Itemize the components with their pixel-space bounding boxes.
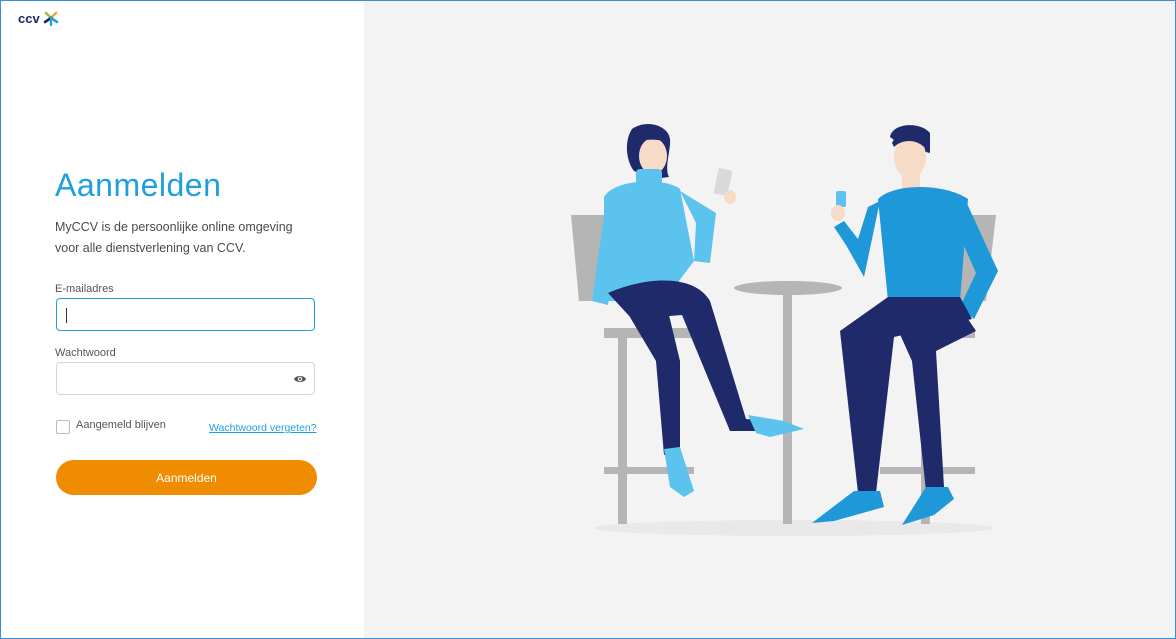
- login-panel: ccv Aanmelden MyCCV is de persoonlijke o…: [1, 1, 364, 638]
- email-field[interactable]: [56, 298, 315, 331]
- remember-checkbox[interactable]: [56, 420, 70, 434]
- intro-text: MyCCV is de persoonlijke online omgeving…: [55, 220, 293, 255]
- password-field[interactable]: [56, 362, 315, 395]
- page-title: Aanmelden: [55, 167, 222, 203]
- forgot-password-link[interactable]: Wachtwoord vergeten?: [209, 422, 317, 434]
- eye-icon[interactable]: [293, 373, 307, 385]
- email-label: E-mailadres: [55, 283, 114, 295]
- remember-label[interactable]: Aangemeld blijven: [76, 419, 166, 431]
- ccv-logo[interactable]: ccv: [18, 10, 60, 26]
- text-caret: [66, 308, 67, 323]
- ccv-star-logo-icon: [43, 11, 59, 26]
- illustration-panel: [364, 1, 1175, 638]
- password-label: Wachtwoord: [55, 347, 116, 359]
- login-button[interactable]: Aanmelden: [56, 460, 317, 495]
- logo-text: ccv: [18, 10, 40, 26]
- people-at-table-illustration: [571, 124, 998, 536]
